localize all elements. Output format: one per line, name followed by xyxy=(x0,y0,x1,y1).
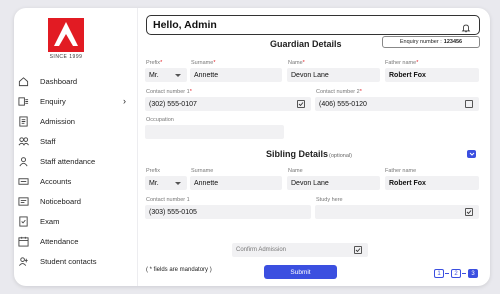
chevron-right-icon: › xyxy=(123,96,126,106)
sibling-contact1-label: Contact number 1 xyxy=(146,197,190,203)
sidebar-item-attendance[interactable]: Attendance xyxy=(16,232,132,250)
sidebar-item-label: Staff xyxy=(40,136,56,146)
sibling-contact1-input[interactable]: (303) 555-0105 xyxy=(145,205,311,219)
confirm-admission-field[interactable]: Confirm Admission xyxy=(232,243,368,257)
school-logo: SINCE 1999 xyxy=(44,16,88,64)
guardian-father-label: Father name* xyxy=(385,60,419,66)
sidebar-item-label: Noticeboard xyxy=(40,196,81,206)
sidebar-item-label: Admission xyxy=(40,116,76,126)
guardian-name-input[interactable]: Devon Lane xyxy=(287,68,380,82)
page-separator xyxy=(462,273,466,274)
enquiry-number-value: 123456 xyxy=(443,39,463,45)
guardian-surname-label: Surname* xyxy=(191,60,216,66)
enquiry-icon xyxy=(16,95,30,107)
page-separator xyxy=(445,273,449,274)
study-here-checkbox[interactable] xyxy=(465,208,473,216)
sibling-prefix-label: Prefix xyxy=(146,168,161,174)
guardian-contact2-input[interactable]: (406) 555-0120 xyxy=(315,97,479,111)
sibling-surname-input[interactable]: Annette xyxy=(190,176,282,190)
sidebar-item-label: Attendance xyxy=(40,236,79,246)
sibling-name-input[interactable]: Devon Lane xyxy=(287,176,380,190)
guardian-name-label: Name* xyxy=(288,60,305,66)
student-contacts-icon xyxy=(16,255,30,267)
sibling-name-label: Name xyxy=(288,168,303,174)
sibling-study-label: Study here xyxy=(316,197,343,203)
noticeboard-icon xyxy=(16,195,30,207)
attendance-icon xyxy=(16,235,30,247)
guardian-prefix-label: Prefix* xyxy=(146,60,163,66)
home-icon xyxy=(16,75,30,87)
sidebar-item-admission[interactable]: Admission xyxy=(16,112,132,130)
guardian-contact1-input[interactable]: (302) 555-0107 xyxy=(145,97,311,111)
guardian-occupation-input[interactable] xyxy=(145,125,284,139)
optional-tag: (optional) xyxy=(329,153,352,159)
sidebar-item-accounts[interactable]: Accounts xyxy=(16,172,132,190)
sidebar-item-label: Accounts xyxy=(40,176,72,186)
sidebar-item-label: Enquiry xyxy=(40,96,66,106)
submit-button[interactable]: Submit xyxy=(264,265,337,279)
whatsapp-checkbox[interactable] xyxy=(297,100,305,108)
sidebar-item-student-contacts[interactable]: Student contacts xyxy=(16,252,132,270)
sidebar-item-label: Staff attendance xyxy=(40,156,96,166)
page-1-button[interactable]: 1 xyxy=(434,269,444,278)
sidebar-item-staff[interactable]: Staff xyxy=(16,132,132,150)
guardian-occupation-label: Occupation xyxy=(146,117,174,123)
sidebar-item-enquiry[interactable]: Enquiry › xyxy=(16,92,132,110)
staff-icon xyxy=(16,135,30,147)
greeting-title: Hello, Admin xyxy=(153,19,217,31)
whatsapp-checkbox-empty[interactable] xyxy=(465,100,473,108)
chevron-down-icon xyxy=(175,181,181,185)
enquiry-number-label: Enquiry number : xyxy=(399,39,442,45)
exam-icon xyxy=(16,215,30,227)
sibling-prefix-select[interactable]: Mr. xyxy=(145,176,187,190)
enquiry-number-badge: Enquiry number : 123456 xyxy=(382,36,480,48)
admission-icon xyxy=(16,115,30,127)
logo-triangle-inner xyxy=(59,34,73,46)
chevron-down-icon xyxy=(175,73,181,77)
sidebar-item-noticeboard[interactable]: Noticeboard xyxy=(16,192,132,210)
confirm-admission-checkbox[interactable] xyxy=(354,246,362,254)
sidebar-item-staff-attendance[interactable]: Staff attendance xyxy=(16,152,132,170)
guardian-contact2-label: Contact number 2* xyxy=(316,89,362,95)
sidebar-item-label: Student contacts xyxy=(40,256,97,266)
logo-since-text: SINCE 1999 xyxy=(49,54,83,60)
sibling-father-input[interactable]: Robert Fox xyxy=(385,176,479,190)
sibling-section-title: Sibling Details(optional) xyxy=(266,149,352,159)
sibling-father-label: Father name xyxy=(385,168,417,174)
sibling-study-input[interactable] xyxy=(315,205,479,219)
bell-icon[interactable] xyxy=(461,20,471,33)
sidebar-item-label: Exam xyxy=(40,216,60,226)
sidebar-item-exam[interactable]: Exam xyxy=(16,212,132,230)
top-header: Hello, Admin xyxy=(146,15,480,35)
page-2-button[interactable]: 2 xyxy=(451,269,461,278)
sidebar-item-label: Dashboard xyxy=(40,76,78,86)
guardian-surname-input[interactable]: Annette xyxy=(190,68,282,82)
accounts-icon xyxy=(16,175,30,187)
guardian-contact1-label: Contact number 1* xyxy=(146,89,192,95)
sibling-collapse-toggle[interactable] xyxy=(467,150,476,158)
sibling-surname-label: Surname xyxy=(191,168,214,174)
guardian-father-input[interactable]: Robert Fox xyxy=(385,68,479,82)
page-3-button[interactable]: 3 xyxy=(468,269,478,278)
prefix-value: Mr. xyxy=(149,71,159,79)
chevron-down-icon xyxy=(469,152,474,156)
mandatory-note: ( * fields are mandatory ) xyxy=(146,267,212,273)
guardian-section-title: Guardian Details xyxy=(270,39,342,49)
guardian-prefix-select[interactable]: Mr. xyxy=(145,68,187,82)
staff-attendance-icon xyxy=(16,155,30,167)
sidebar-item-dashboard[interactable]: Dashboard xyxy=(16,72,132,90)
